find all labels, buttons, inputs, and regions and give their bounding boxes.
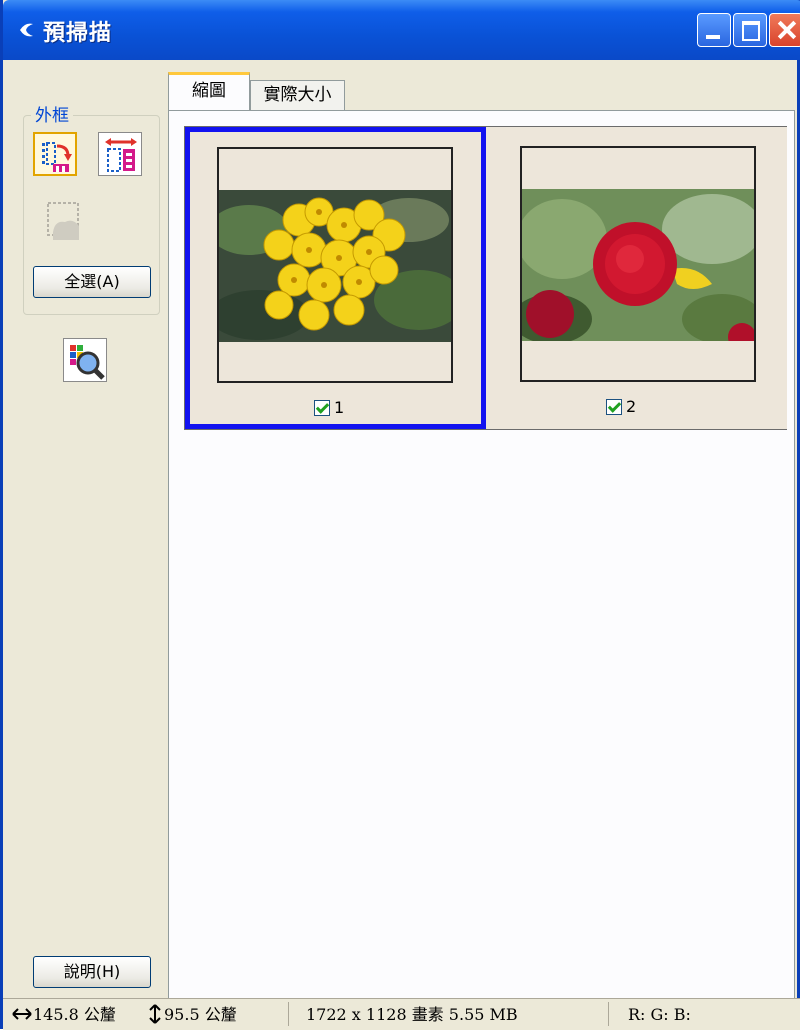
delete-frame-icon [47, 202, 79, 240]
app-icon [20, 23, 33, 37]
status-divider [608, 1002, 609, 1026]
width-arrow-icon [12, 1008, 32, 1020]
frame-group-label: 外框 [31, 101, 73, 126]
auto-locate-button[interactable] [33, 132, 77, 176]
prescan-window: 預掃描 外框 全選(A) 說明(H) 實際大小 縮圖 1 2 145.8 公釐 … [0, 0, 800, 1030]
auto-locate-icon [42, 142, 72, 172]
window-title: 預掃描 [43, 21, 113, 46]
thumbnail-checkbox[interactable] [314, 400, 330, 416]
select-all-button[interactable]: 全選(A) [33, 266, 151, 298]
title-bar[interactable]: 預掃描 [3, 0, 800, 60]
status-bar: 145.8 公釐 95.5 公釐 1722 x 1128 畫素 5.55 MB … [3, 998, 800, 1030]
thumbnail-image-yellow-flowers [219, 190, 451, 342]
zoom-preview-button[interactable] [63, 338, 107, 382]
zoom-magnifier-icon [70, 345, 105, 380]
thumbnail-strip: 1 2 [184, 126, 787, 430]
maximize-button[interactable] [733, 13, 767, 47]
tab-thumbnail[interactable]: 縮圖 [168, 72, 250, 112]
thumbnail-checkbox[interactable] [606, 399, 622, 415]
thumbnail-item[interactable]: 1 [185, 127, 486, 429]
status-rgb: R: G: B: [628, 1005, 691, 1024]
height-arrow-icon [149, 1004, 161, 1024]
close-button[interactable] [769, 13, 800, 47]
fit-frame-button[interactable] [98, 132, 142, 176]
delete-frame-button[interactable] [43, 198, 87, 242]
fit-frame-icon [105, 138, 137, 172]
thumbnail-image-frame[interactable] [217, 147, 453, 383]
thumbnail-item[interactable]: 2 [486, 127, 787, 429]
thumbnail-number: 2 [626, 397, 637, 416]
thumbnail-number: 1 [334, 398, 345, 417]
thumbnail-image-frame[interactable] [520, 146, 756, 382]
status-divider [288, 1002, 289, 1026]
help-button[interactable]: 說明(H) [33, 956, 151, 988]
thumbnail-image-red-flower [522, 189, 754, 341]
status-height: 95.5 公釐 [164, 1005, 237, 1024]
tab-actual-size[interactable]: 實際大小 [250, 80, 345, 110]
minimize-button[interactable] [697, 13, 731, 47]
status-image-size: 1722 x 1128 畫素 5.55 MB [306, 1005, 518, 1024]
status-width: 145.8 公釐 [33, 1005, 116, 1024]
